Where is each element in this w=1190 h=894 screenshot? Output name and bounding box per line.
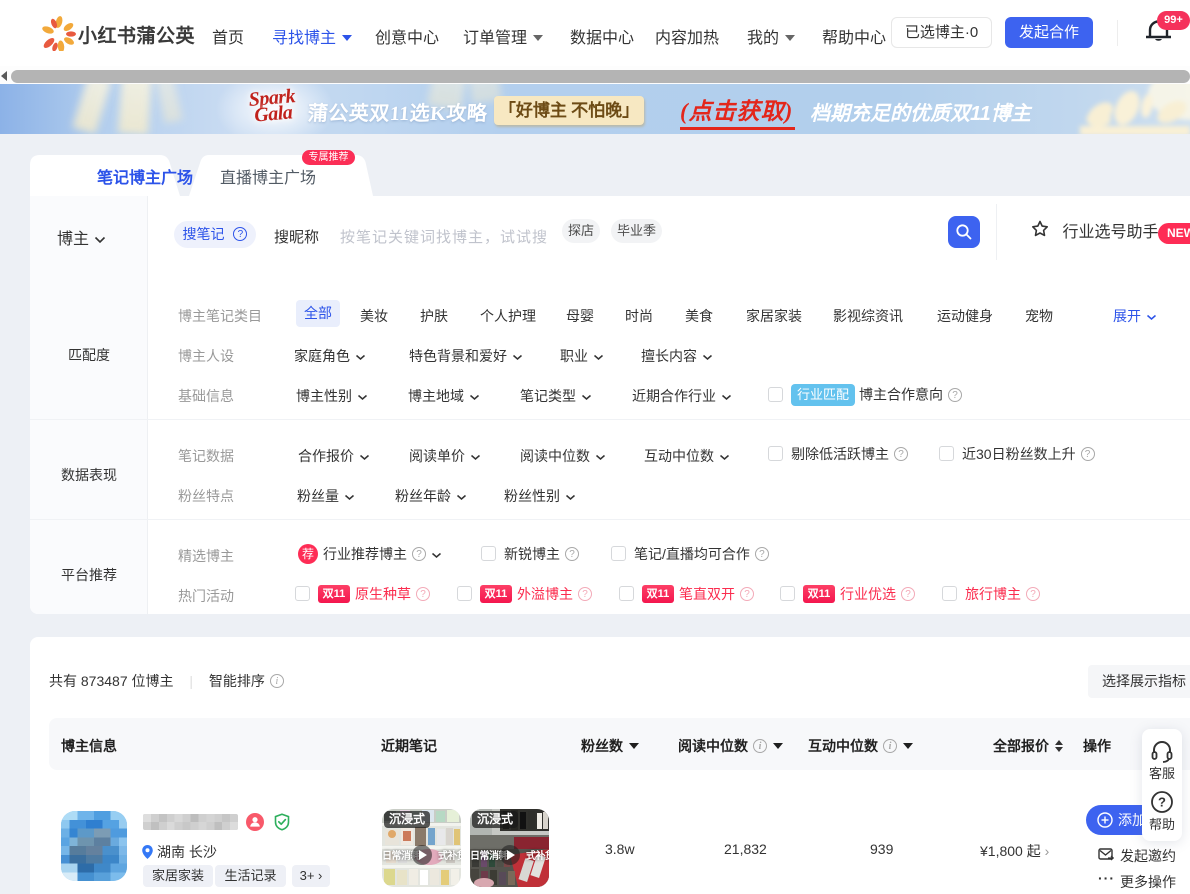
svg-text:?: ?	[1158, 795, 1166, 810]
